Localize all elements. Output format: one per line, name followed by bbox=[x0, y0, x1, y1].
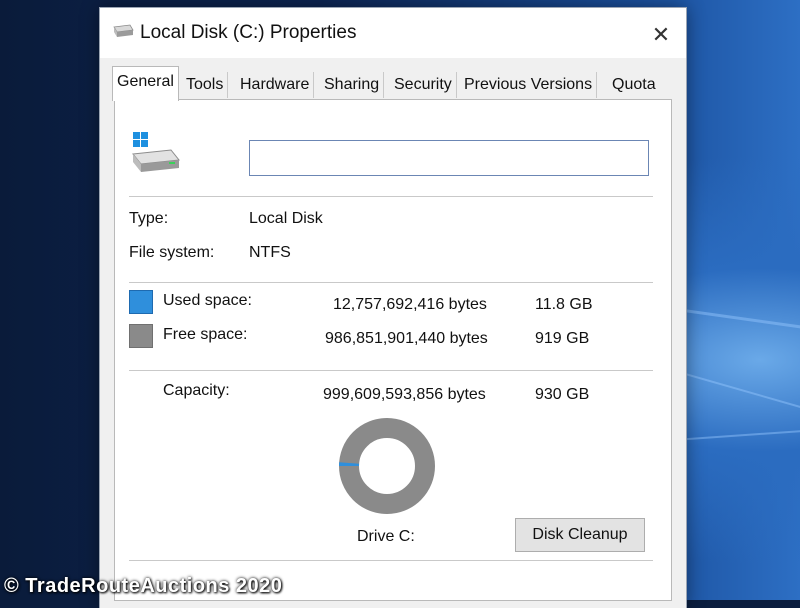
free-space-label: Free space: bbox=[163, 326, 248, 343]
free-space-swatch bbox=[129, 324, 153, 348]
free-space-ring bbox=[339, 418, 435, 514]
tab-strip: General Tools Hardware Sharing Security … bbox=[112, 66, 672, 101]
divider bbox=[129, 196, 653, 197]
capacity-bytes: 999,609,593,856 bytes bbox=[323, 386, 486, 403]
used-space-swatch bbox=[129, 290, 153, 314]
tab-tools[interactable]: Tools bbox=[182, 72, 229, 98]
disk-usage-donut-chart bbox=[339, 418, 435, 514]
divider bbox=[129, 560, 653, 561]
title-bar: Local Disk (C:) Properties ✕ bbox=[100, 8, 686, 58]
used-space-bytes: 12,757,692,416 bytes bbox=[333, 296, 487, 313]
type-value: Local Disk bbox=[249, 210, 323, 227]
tab-quota[interactable]: Quota bbox=[608, 72, 660, 98]
used-space-label: Used space: bbox=[163, 292, 252, 309]
used-space-size: 11.8 GB bbox=[535, 296, 593, 313]
free-space-bytes: 986,851,901,440 bytes bbox=[325, 330, 488, 347]
divider bbox=[129, 370, 653, 371]
drive-name-input[interactable] bbox=[249, 140, 649, 176]
general-tab-panel: Type: Local Disk File system: NTFS Used … bbox=[114, 99, 672, 601]
disk-cleanup-button[interactable]: Disk Cleanup bbox=[515, 518, 645, 552]
capacity-label: Capacity: bbox=[163, 382, 230, 399]
tab-hardware[interactable]: Hardware bbox=[236, 72, 315, 98]
properties-dialog: Local Disk (C:) Properties ✕ General Too… bbox=[100, 8, 686, 608]
drive-label: Drive C: bbox=[357, 528, 415, 545]
window-title: Local Disk (C:) Properties bbox=[140, 22, 357, 43]
file-system-value: NTFS bbox=[249, 244, 291, 261]
capacity-size: 930 GB bbox=[535, 386, 590, 403]
copyright-watermark: © TradeRouteAuctions 2020 bbox=[4, 575, 283, 597]
drive-icon bbox=[113, 24, 134, 37]
tab-previous-versions[interactable]: Previous Versions bbox=[460, 72, 598, 98]
tab-general[interactable]: General bbox=[112, 66, 179, 101]
file-system-label: File system: bbox=[129, 244, 215, 261]
divider bbox=[129, 282, 653, 283]
local-disk-icon bbox=[132, 132, 180, 172]
free-space-size: 919 GB bbox=[535, 330, 590, 347]
close-button[interactable]: ✕ bbox=[650, 24, 672, 46]
tab-sharing[interactable]: Sharing bbox=[320, 72, 385, 98]
type-label: Type: bbox=[129, 210, 169, 227]
tab-security[interactable]: Security bbox=[390, 72, 457, 98]
